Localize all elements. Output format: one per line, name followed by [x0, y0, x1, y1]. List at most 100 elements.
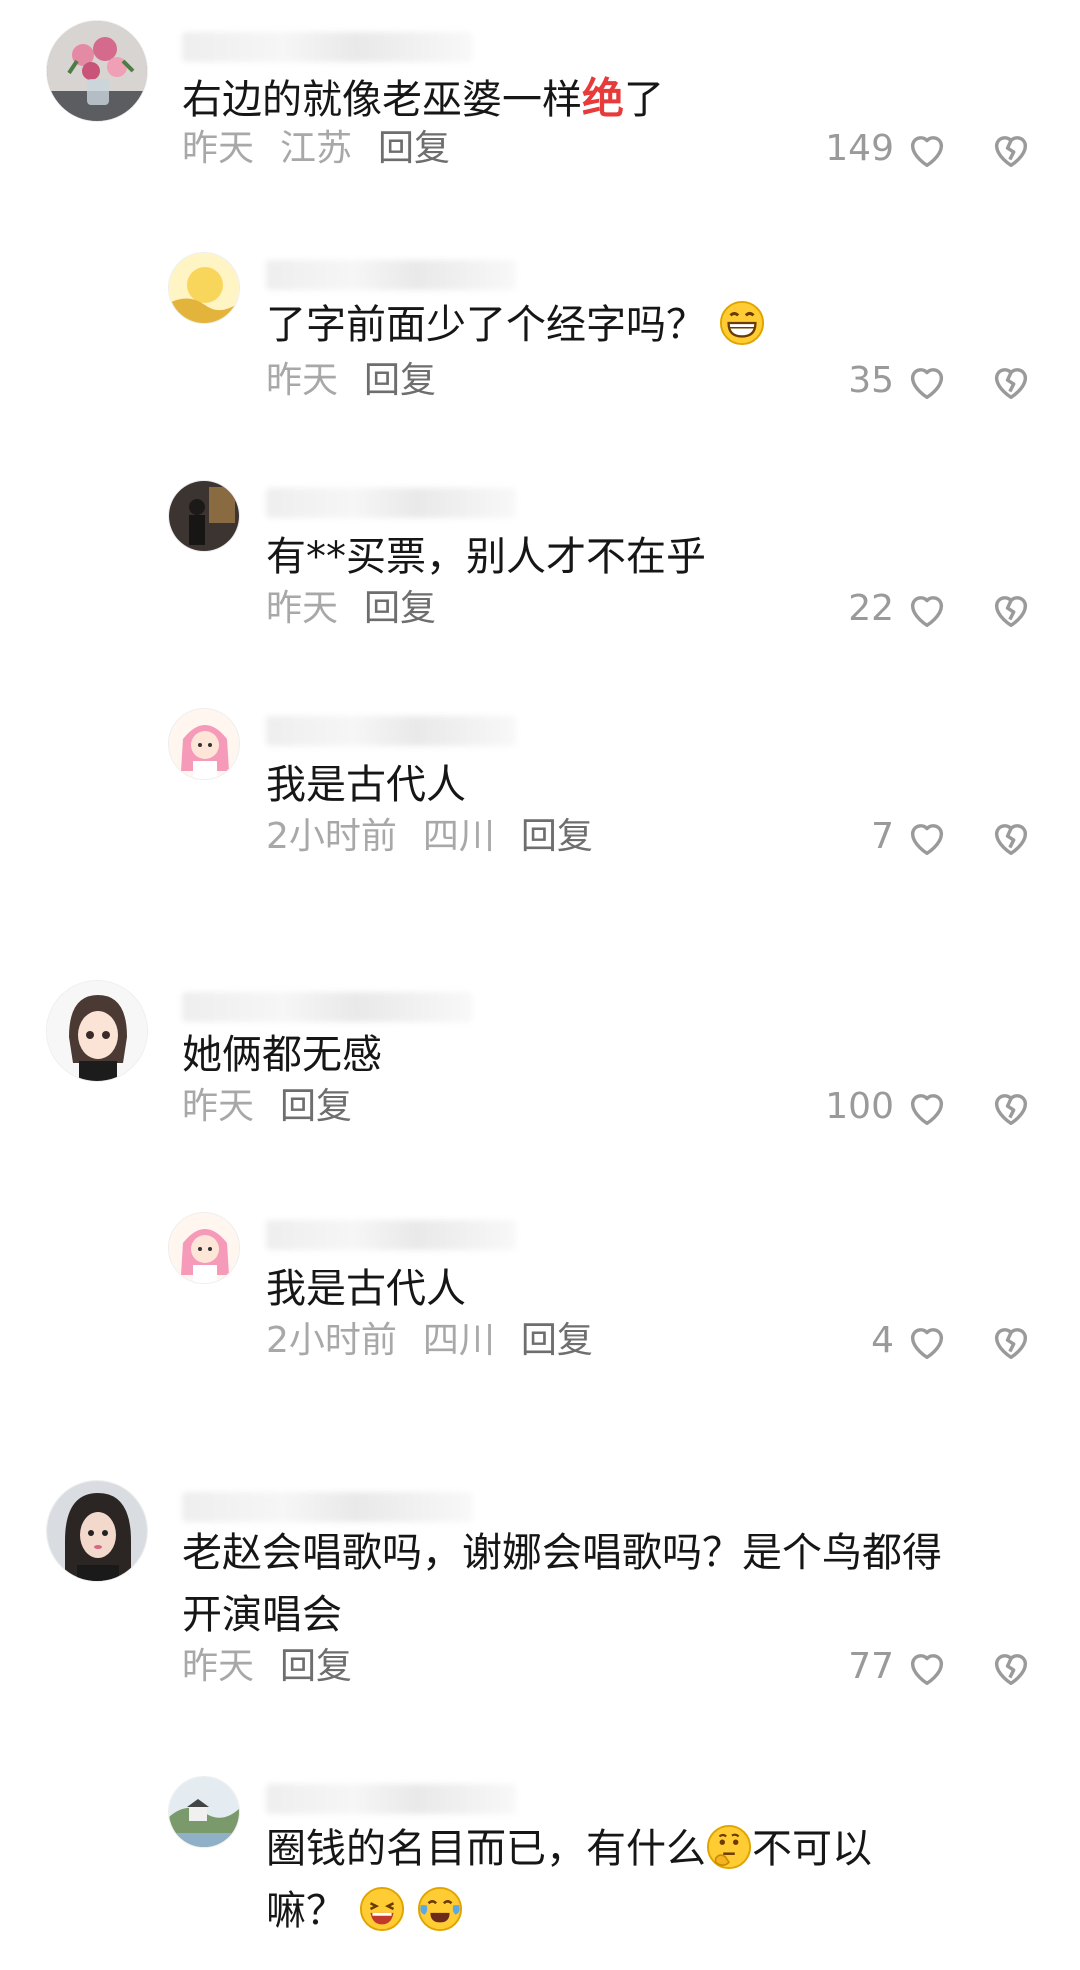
comment-time: 昨天 [182, 128, 255, 169]
reply-button[interactable]: 回复 [378, 128, 450, 169]
thinking-emoji-icon [706, 1824, 752, 1870]
heart-icon [910, 368, 944, 400]
comment-location: 四川 [422, 1320, 495, 1361]
avatar[interactable] [46, 1480, 148, 1582]
reply-button[interactable]: 回复 [364, 588, 436, 629]
comment-text-part: 右边的就像老巫婆一样 [182, 77, 582, 123]
comment-item: 她俩都无感 昨天 回复 100 [0, 980, 1080, 1170]
comment-text-part: 我是古代人 [266, 1266, 466, 1312]
comment-time: 昨天 [266, 360, 339, 401]
username-blurred[interactable] [266, 1784, 516, 1814]
username-blurred[interactable] [266, 716, 516, 746]
dislike-button[interactable] [988, 124, 1034, 174]
avatar-image [169, 1213, 239, 1283]
comment-meta: 昨天 回复 [266, 356, 462, 406]
avatar-image [169, 709, 239, 779]
highlight-emoji-text: 绝 [582, 74, 625, 123]
avatar[interactable] [46, 20, 148, 122]
avatar[interactable] [168, 708, 240, 780]
reply-button[interactable]: 回复 [280, 1086, 352, 1127]
like-count: 100 [825, 1086, 894, 1127]
dislike-button[interactable] [988, 1316, 1034, 1366]
username-blurred[interactable] [266, 1220, 516, 1250]
reply-button[interactable]: 回复 [521, 816, 593, 857]
heart-icon [910, 596, 944, 628]
comment-text-part: 我是古代人 [266, 762, 466, 808]
comment-text: 圈钱的名目而已，有什么 不可以 嘛？ [266, 1818, 1042, 1942]
comment-text: 我是古代人 [266, 754, 1042, 816]
like-count: 4 [871, 1320, 894, 1361]
like-button[interactable]: 149 [825, 124, 950, 174]
username-blurred[interactable] [182, 992, 472, 1022]
dislike-button[interactable] [988, 1082, 1034, 1132]
comment-meta: 昨天 回复 [182, 1642, 378, 1692]
comment-text-part: 有**买票，别人才不在乎 [266, 534, 706, 580]
comment-text: 她俩都无感 [182, 1024, 1042, 1086]
avatar[interactable] [168, 1776, 240, 1848]
comment-meta: 2小时前 四川 回复 [266, 812, 619, 862]
reply-button[interactable]: 回复 [364, 360, 436, 401]
avatar[interactable] [168, 252, 240, 324]
comment-meta: 昨天 回复 [266, 584, 462, 634]
like-button[interactable]: 35 [848, 356, 950, 406]
reply-item: 我是古代人 2小时前 四川 回复 4 [0, 1212, 1080, 1402]
grin-emoji-icon [719, 300, 764, 346]
avatar-image [169, 481, 239, 551]
avatar-image [47, 1481, 147, 1581]
roses-image [47, 21, 147, 121]
like-button[interactable]: 22 [848, 584, 950, 634]
avatar-image [169, 1777, 239, 1847]
like-button[interactable]: 77 [848, 1642, 950, 1692]
broken-heart-icon [994, 1328, 1028, 1360]
comment-text: 老赵会唱歌吗，谢娜会唱歌吗？是个鸟都得 开演唱会 [182, 1522, 1042, 1646]
comment-item: 右边的就像老巫婆一样绝了 昨天 江苏 回复 149 [0, 20, 1080, 210]
comment-text: 我是古代人 [266, 1258, 1042, 1320]
broken-heart-icon [994, 1654, 1028, 1686]
like-count: 35 [848, 360, 894, 401]
comment-text: 了字前面少了个经字吗？ [266, 294, 1042, 356]
laughing-emoji-icon [359, 1886, 404, 1932]
comment-time: 昨天 [182, 1646, 255, 1687]
comment-text-part: 了 [624, 77, 665, 123]
like-button[interactable]: 4 [871, 1316, 950, 1366]
comment-time: 2小时前 [266, 816, 397, 857]
comment-meta: 2小时前 四川 回复 [266, 1316, 619, 1366]
comment-time: 昨天 [266, 588, 339, 629]
dislike-button[interactable] [988, 812, 1034, 862]
dislike-button[interactable] [988, 1642, 1034, 1692]
reply-button[interactable]: 回复 [521, 1320, 593, 1361]
like-button[interactable]: 7 [871, 812, 950, 862]
username-blurred[interactable] [182, 32, 472, 62]
heart-icon [910, 136, 944, 168]
heart-icon [910, 1654, 944, 1686]
reply-button[interactable]: 回复 [280, 1646, 352, 1687]
avatar[interactable] [46, 980, 148, 1082]
broken-heart-icon [994, 596, 1028, 628]
avatar-image [47, 981, 147, 1081]
comment-location: 四川 [422, 816, 495, 857]
comment-meta: 昨天 江苏 回复 [182, 124, 476, 174]
reply-item: 有**买票，别人才不在乎 昨天 回复 22 [0, 480, 1080, 670]
comment-time: 昨天 [182, 1086, 255, 1127]
username-blurred[interactable] [182, 1492, 472, 1522]
comment-text-part: 了字前面少了个经字吗？ [266, 302, 706, 348]
like-button[interactable]: 100 [825, 1082, 950, 1132]
broken-heart-icon [994, 136, 1028, 168]
broken-heart-icon [994, 1094, 1028, 1126]
tears-of-joy-emoji-icon [418, 1886, 463, 1932]
heart-icon [910, 1094, 944, 1126]
comment-text-part: 圈钱的名目而已，有什么 [266, 1826, 706, 1872]
comment-time: 2小时前 [266, 1320, 397, 1361]
username-blurred[interactable] [266, 260, 516, 290]
avatar-image [169, 253, 239, 323]
comment-location: 江苏 [280, 128, 353, 169]
avatar[interactable] [168, 1212, 240, 1284]
dislike-button[interactable] [988, 356, 1034, 406]
avatar[interactable] [168, 480, 240, 552]
broken-heart-icon [994, 368, 1028, 400]
heart-icon [910, 1328, 944, 1360]
dislike-button[interactable] [988, 584, 1034, 634]
username-blurred[interactable] [266, 488, 516, 518]
reply-item: 圈钱的名目而已，有什么 不可以 嘛？ [0, 1776, 1080, 1970]
broken-heart-icon [994, 824, 1028, 856]
